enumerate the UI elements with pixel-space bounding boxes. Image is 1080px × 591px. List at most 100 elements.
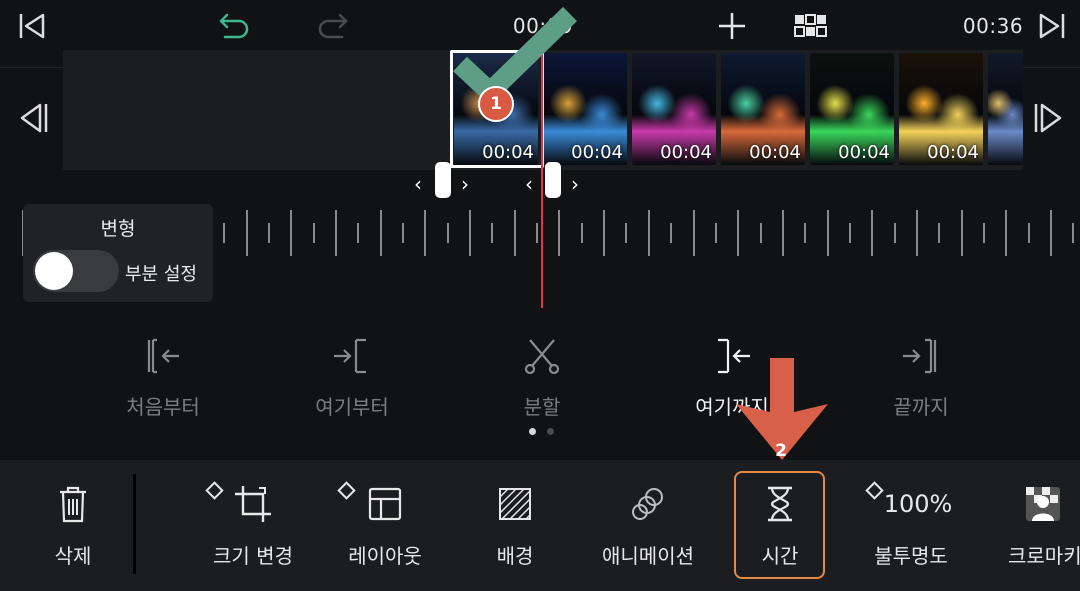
ruler-tick (625, 223, 627, 243)
trim-to-end-icon (851, 335, 991, 377)
crop-icon (188, 484, 318, 524)
ruler-tick (536, 223, 538, 243)
ruler-tick (491, 223, 493, 243)
ruler-tick (871, 210, 873, 256)
trash-icon (8, 484, 138, 524)
ruler-tick (558, 210, 560, 256)
ruler-tick (1028, 223, 1030, 243)
transform-title: 변형 (100, 218, 136, 240)
ruler-tick (849, 223, 851, 243)
ruler-tick (938, 223, 940, 243)
resize-button[interactable]: 크기 변경 (188, 470, 318, 578)
scissors-icon (472, 335, 612, 377)
ruler-tick (268, 223, 270, 243)
ruler-tick (223, 223, 225, 243)
clip-thumbnail[interactable]: 00:04 (899, 53, 983, 165)
toggle-knob (35, 252, 73, 290)
clip-duration: 00:04 (749, 142, 801, 163)
opacity-value: 100% (883, 490, 953, 518)
hourglass-icon (715, 484, 845, 524)
trim-to-end-label: 끝까지 (893, 395, 949, 419)
clip-thumbnail[interactable] (988, 53, 1023, 165)
trim-from-start-label: 처음부터 (126, 395, 200, 419)
clip-thumbnail[interactable]: 00:04 (810, 53, 894, 165)
clip-thumbnail[interactable]: 00:04 (721, 53, 805, 165)
opacity-label: 불투명도 (874, 544, 948, 568)
clip-duration: 00:04 (660, 142, 712, 163)
ruler-tick (1072, 223, 1074, 243)
chevron-right-icon: › (571, 172, 579, 196)
trim-from-here-button[interactable]: 여기부터 (282, 335, 422, 420)
total-duration: 00:36 (962, 14, 1024, 38)
ruler-tick (424, 210, 426, 256)
ruler-tick (670, 223, 672, 243)
checkmark-annotation-icon (453, 6, 577, 106)
opacity-button[interactable]: 100% 불투명도 (846, 470, 976, 578)
ruler-tick (894, 223, 896, 243)
ruler-tick (246, 210, 248, 256)
chroma-key-icon (978, 484, 1080, 524)
delete-button[interactable]: 삭제 (8, 470, 138, 578)
ruler-tick (916, 210, 918, 256)
partial-setting-toggle[interactable] (33, 250, 119, 292)
transform-panel: 변형 부분 설정 (23, 204, 213, 302)
background-pattern-icon (450, 484, 580, 524)
ruler-tick (1050, 210, 1052, 256)
redo-icon[interactable] (313, 8, 353, 44)
ruler-tick (715, 223, 717, 243)
skip-to-end-icon[interactable] (1034, 8, 1070, 44)
chevron-left-icon: ‹ (414, 172, 422, 196)
ruler-tick (693, 210, 695, 256)
background-button[interactable]: 배경 (450, 470, 580, 578)
clip-trim-end-handle[interactable] (545, 162, 561, 198)
split-label: 분할 (523, 395, 561, 419)
ruler-tick (961, 210, 963, 256)
animation-circles-icon (583, 484, 713, 524)
grid-view-icon[interactable] (793, 8, 829, 44)
trim-from-here-icon (282, 335, 422, 377)
trim-from-start-icon (93, 335, 233, 377)
ruler-tick (514, 210, 516, 256)
ruler-tick (983, 223, 985, 243)
chevron-right-icon: › (461, 172, 469, 196)
skip-to-start-icon[interactable] (14, 8, 50, 44)
layout-icon (320, 484, 450, 524)
ruler-tick (804, 223, 806, 243)
chevron-left-icon: ‹ (525, 172, 533, 196)
ruler-tick (447, 223, 449, 243)
clip-trim-start-handle[interactable] (435, 162, 451, 198)
ruler-tick (1005, 210, 1007, 256)
delete-label: 삭제 (54, 544, 92, 568)
step-2-badge: 2 (775, 441, 787, 461)
ruler-tick (782, 210, 784, 256)
ruler-tick (313, 223, 315, 243)
partial-setting-label: 부분 설정 (125, 264, 197, 285)
previous-frame-icon[interactable] (16, 100, 52, 140)
trim-from-here-label: 여기부터 (315, 395, 389, 419)
trim-to-end-button[interactable]: 끝까지 (851, 335, 991, 420)
ruler-tick (827, 210, 829, 256)
clip-duration: 00:04 (838, 142, 890, 163)
undo-icon[interactable] (214, 8, 254, 44)
ruler-tick (380, 210, 382, 256)
split-button[interactable]: 분할 (472, 335, 612, 420)
step-1-badge: 1 (478, 86, 514, 122)
ruler-tick (603, 210, 605, 256)
clip-duration: 00:04 (927, 142, 979, 163)
ruler-tick (290, 210, 292, 256)
ruler-tick (737, 210, 739, 256)
add-clip-icon[interactable] (714, 8, 750, 44)
trim-from-start-button[interactable]: 처음부터 (93, 335, 233, 420)
page-dot (547, 428, 554, 435)
animation-button[interactable]: 애니메이션 (583, 470, 713, 578)
ruler-tick (357, 223, 359, 243)
page-dot-active (529, 428, 536, 435)
clip-duration: 00:04 (571, 142, 623, 163)
clip-thumbnail[interactable]: 00:04 (632, 53, 716, 165)
next-frame-icon[interactable] (1032, 100, 1068, 140)
ruler-tick (469, 210, 471, 256)
ruler-tick (335, 210, 337, 256)
chroma-key-button[interactable]: 크로마키 (978, 470, 1080, 578)
ruler-tick (760, 223, 762, 243)
chroma-key-label: 크로마키 (1008, 544, 1080, 568)
